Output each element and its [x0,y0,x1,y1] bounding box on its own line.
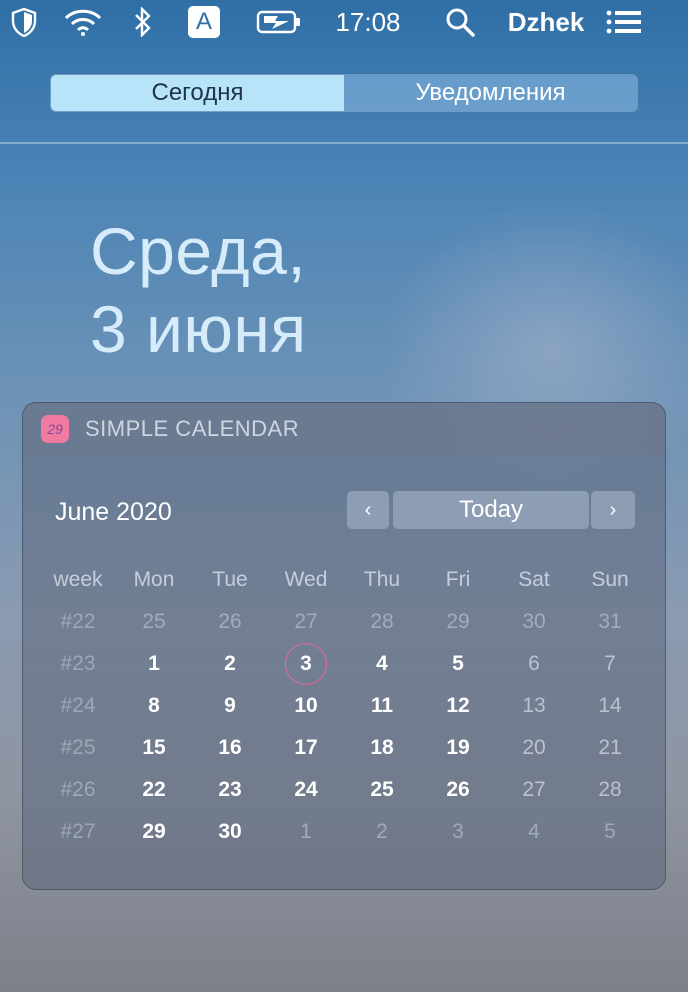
week-number: #25 [60,736,96,759]
day-cell[interactable]: 21 [572,736,648,760]
column-header: Sun [591,568,629,591]
week-number: #26 [60,778,96,801]
week-row: #24 8 9 10 11 12 13 14 [23,685,665,727]
tab-notifications[interactable]: Уведомления [344,75,637,111]
week-row: #27 29 30 1 2 3 4 5 [23,811,665,853]
day-cell[interactable]: 4 [496,820,572,844]
day-cell[interactable]: 7 [572,652,648,676]
column-header: Tue [212,568,248,591]
user-name[interactable]: Dzhek [500,0,592,44]
column-header: Mon [133,568,175,591]
day-cell[interactable]: 9 [192,694,268,718]
day-cell[interactable]: 29 [420,610,496,634]
widget-title: SIMPLE CALENDAR [85,416,300,441]
shield-icon[interactable] [6,0,42,44]
day-cell[interactable]: 27 [496,778,572,802]
widget-header: 29 SIMPLE CALENDAR [23,403,665,455]
day-cell[interactable]: 1 [268,820,344,844]
calendar-toolbar: June 2020 ‹ Today › [23,455,665,565]
day-cell[interactable]: 22 [116,778,192,802]
column-header: Sat [518,568,550,591]
week-number: #23 [60,652,96,675]
day-cell[interactable]: 26 [192,610,268,634]
day-cell[interactable]: 10 [268,694,344,718]
calendar-grid: week Mon Tue Wed Thu Fri Sat Sun #22 25 … [23,559,665,853]
day-cell[interactable]: 19 [420,736,496,760]
menu-list-icon[interactable] [604,0,644,44]
prev-month-button[interactable]: ‹ [347,491,389,529]
month-label: June 2020 [55,498,172,526]
day-cell[interactable]: 17 [268,736,344,760]
day-cell[interactable]: 28 [572,778,648,802]
menu-clock[interactable]: 17:08 [326,0,410,44]
today-button[interactable]: Today [393,491,589,529]
wifi-icon[interactable] [62,0,104,44]
day-cell[interactable]: 8 [116,694,192,718]
day-cell[interactable]: 24 [268,778,344,802]
day-cell[interactable]: 31 [572,610,648,634]
today-day-cell[interactable]: 3 [268,643,344,685]
date-weekday: Среда, [90,214,307,288]
notification-center-tabs: Сегодня Уведомления [50,74,638,112]
day-cell[interactable]: 1 [116,652,192,676]
day-cell[interactable]: 4 [344,652,420,676]
bluetooth-icon[interactable] [130,0,156,44]
day-cell[interactable]: 29 [116,820,192,844]
week-row: #25 15 16 17 18 19 20 21 [23,727,665,769]
day-cell[interactable]: 16 [192,736,268,760]
day-cell[interactable]: 30 [192,820,268,844]
day-cell[interactable]: 13 [496,694,572,718]
simple-calendar-widget: 29 SIMPLE CALENDAR June 2020 ‹ Today › w… [22,402,666,890]
day-cell[interactable]: 2 [344,820,420,844]
search-icon[interactable] [444,0,476,44]
day-cell[interactable]: 15 [116,736,192,760]
week-number: #22 [60,610,96,633]
day-cell[interactable]: 18 [344,736,420,760]
column-header: Thu [363,568,401,591]
input-source-icon[interactable]: A [186,0,222,44]
next-month-button[interactable]: › [591,491,635,529]
week-row: #26 22 23 24 25 26 27 28 [23,769,665,811]
column-header: Fri [445,568,471,591]
day-cell[interactable]: 30 [496,610,572,634]
day-cell[interactable]: 28 [344,610,420,634]
battery-charging-icon[interactable] [256,0,302,44]
day-cell[interactable]: 3 [420,820,496,844]
week-row: #23 1 2 3 4 5 6 7 [23,643,665,685]
day-cell[interactable]: 25 [344,778,420,802]
day-cell[interactable]: 12 [420,694,496,718]
menu-bar: A 17:08 Dzhek [0,0,688,44]
day-cell[interactable]: 25 [116,610,192,634]
app-icon: 29 [41,415,69,443]
column-header: Wed [284,568,328,591]
day-cell[interactable]: 14 [572,694,648,718]
week-row: #22 25 26 27 28 29 30 31 [23,601,665,643]
column-header: week [53,568,103,591]
weekday-header-row: week Mon Tue Wed Thu Fri Sat Sun [23,559,665,601]
day-cell[interactable]: 11 [344,694,420,718]
day-cell[interactable]: 23 [192,778,268,802]
divider [0,142,688,144]
day-cell[interactable]: 2 [192,652,268,676]
week-number: #24 [60,694,96,717]
day-cell[interactable]: 5 [572,820,648,844]
day-cell[interactable]: 20 [496,736,572,760]
day-cell[interactable]: 26 [420,778,496,802]
day-cell[interactable]: 5 [420,652,496,676]
date-heading: Среда, 3 июня [90,212,307,368]
tab-today[interactable]: Сегодня [51,75,344,111]
today-ring [285,643,327,685]
date-day-month: 3 июня [90,292,307,366]
week-number: #27 [60,820,96,843]
input-source-letter: A [188,6,220,38]
day-cell[interactable]: 27 [268,610,344,634]
day-cell[interactable]: 6 [496,652,572,676]
